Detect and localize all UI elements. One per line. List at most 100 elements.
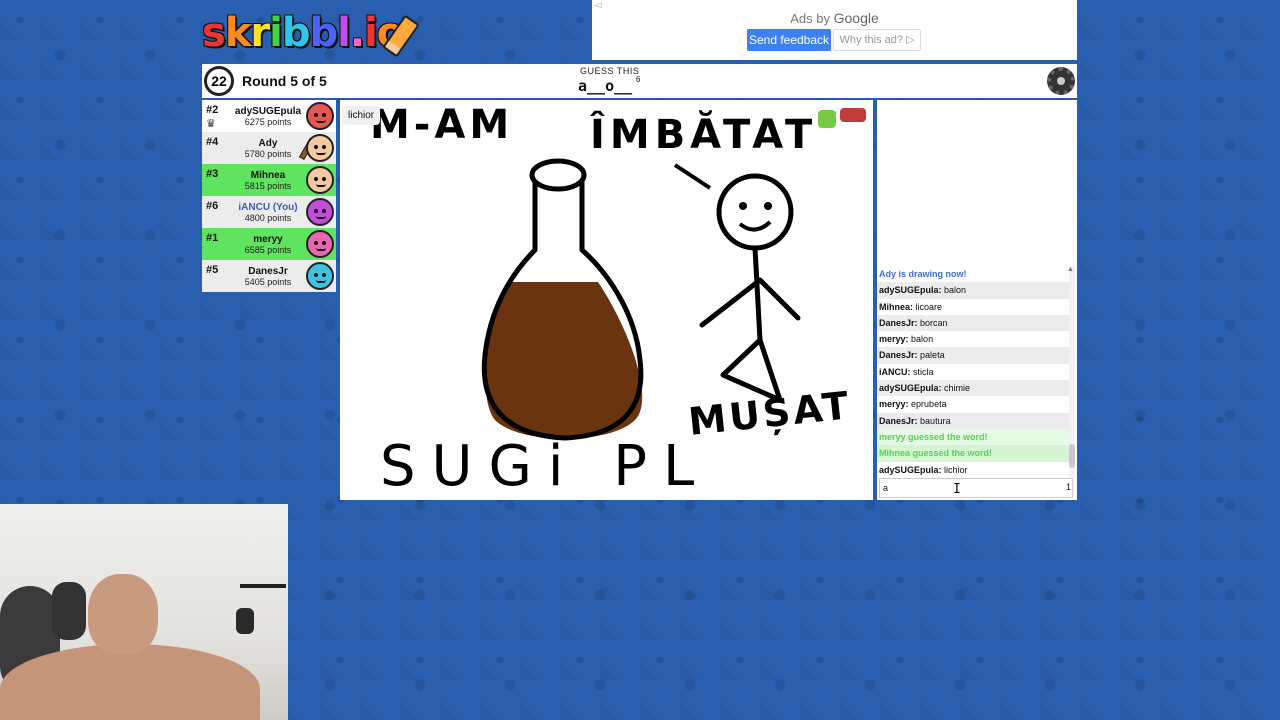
chat-message: meryy guessed the word! [877,428,1069,446]
timer-clock-icon: 22 [204,66,234,96]
chat-text: borcan [920,317,948,328]
chat-message: Mihnea: licoare [877,299,1069,315]
chat-text: paleta [920,350,945,361]
canvas-text-bottom-left: SUGi PL [380,434,710,499]
chat-message: DanesJr: borcan [877,314,1069,332]
chat-author: adySUGEpula: [879,383,942,394]
player-avatar [306,198,334,226]
thumbs-up-icon [818,110,836,128]
guess-this-label: GUESS THIS [580,66,640,76]
player-avatar [306,262,334,290]
headphones-icon [52,582,86,640]
chat-system-text: Mihnea guessed the word! [879,448,993,459]
figure-body [699,245,801,403]
settings-gear-icon[interactable] [1047,67,1075,95]
drawing-canvas[interactable]: M-AM ÎMBĂTAT SUGi PL MUȘAT lichior [340,100,873,500]
bottle-neck [529,158,587,192]
scroll-up-icon[interactable]: ▲ [1067,266,1075,273]
player-rank: #2 [206,104,219,116]
chat-scrollbar[interactable]: ▲ [1067,266,1075,478]
bottle-liquid [485,282,643,439]
canvas-text-bottom-right: MUȘAT [686,383,853,444]
chat-author: adySUGEpula: [879,464,942,475]
chat-text: sticla [913,366,934,377]
send-feedback-button[interactable]: Send feedback [747,29,831,51]
crown-icon: ♛ [206,118,216,130]
chat-message: adySUGEpula: chimie [877,380,1069,397]
player-list: #2 ♛ adySUGEpula 6275 points #4 Ady 5780 point… [202,100,336,292]
player-rank: #1 [206,232,219,244]
scroll-thumb[interactable] [1069,444,1075,468]
chat-message: iANCU: sticla [877,364,1069,380]
player-avatar [306,134,334,162]
chat-text: balon [944,285,967,296]
chat-panel: Ady is drawing now! adySUGEpula: balon Mih… [877,100,1077,500]
mic-arm [240,584,286,588]
chat-message: DanesJr: bautura [877,412,1069,429]
player-row[interactable]: #5 DanesJr 5405 points [202,260,336,292]
player-name: Mihnea [250,170,286,181]
chat-author: Mihnea: [879,301,914,312]
ad-banner: ◅ Ads by Google Send feedback Why this a… [592,0,1077,60]
figure-eye-left [739,202,747,210]
player-row[interactable]: #3 Mihnea 5815 points [202,164,336,196]
player-name: meryy [253,234,283,245]
player-rank: #6 [206,200,219,212]
microphone-icon [236,608,254,634]
round-indicator: Round 5 of 5 [242,73,327,89]
chat-message: meryy: balon [877,331,1069,347]
chat-system-text: meryy guessed the word! [879,431,988,442]
chat-author: iANCU: [879,366,911,377]
chat-ad-slot [877,100,1077,264]
player-points: 6585 points [244,245,292,255]
chat-system-text: Ady is drawing now! [879,269,967,279]
player-points: 5780 points [244,149,292,159]
word-length: 6 [636,75,641,84]
chat-text: balon [911,334,934,345]
chat-author: meryy: [879,334,909,345]
chat-author: meryy: [879,399,909,410]
player-points: 4800 points [244,213,292,223]
chat-message: Ady is drawing now! [877,266,1069,282]
skribbl-logo: skribbl.io [202,10,420,62]
chat-text: eprubeta [911,399,947,410]
guess-bubble: lichior [342,106,381,125]
chat-input[interactable]: a [879,478,1073,498]
figure-pointer-line [673,163,712,190]
chat-text: licoare [915,301,943,312]
player-avatar [306,166,334,194]
player-points: 5405 points [244,277,292,287]
figure-eye-right [764,202,772,210]
timer-value: 22 [211,73,227,89]
ad-attribution: Ads by Google [592,10,1077,26]
player-name: Ady [258,138,278,149]
chat-message: Mihnea guessed the word! [877,445,1069,462]
player-name: DanesJr [248,266,288,277]
player-rank: #4 [206,136,219,148]
chat-author: adySUGEpula: [879,285,942,296]
player-avatar [306,230,334,258]
player-row[interactable]: #1 meryy 6585 points [202,228,336,260]
player-rank: #3 [206,168,219,180]
player-points: 5815 points [244,181,292,191]
chat-author: DanesJr: [879,415,918,426]
chat-message: adySUGEpula: balon [877,282,1069,299]
streamer-head [88,574,158,654]
chat-text: bautura [920,415,951,426]
why-this-ad-button[interactable]: Why this ad? ▷ [833,29,921,51]
player-rank: #5 [206,264,219,276]
player-row[interactable]: #4 Ady 5780 points [202,132,336,164]
chat-log[interactable]: Ady is drawing now! adySUGEpula: balon Mih… [877,266,1069,478]
chat-text: lichior [944,464,968,475]
player-row[interactable]: #6 iANCU (You) 4800 points [202,196,336,228]
player-points: 6275 points [244,117,292,127]
player-name: iANCU (You) [238,202,298,213]
player-row[interactable]: #2 ♛ adySUGEpula 6275 points [202,100,336,132]
chat-input-value: a [883,483,889,493]
char-count: 1 [1065,482,1071,492]
canvas-text-top-right: ÎMBĂTAT [590,109,817,158]
game-header: 22 Round 5 of 5 GUESS THIS a__o__ 6 [202,64,1077,98]
google-label: Google [833,10,879,26]
word-hint: a__o__ [578,77,633,95]
chat-message: DanesJr: paleta [877,347,1069,364]
